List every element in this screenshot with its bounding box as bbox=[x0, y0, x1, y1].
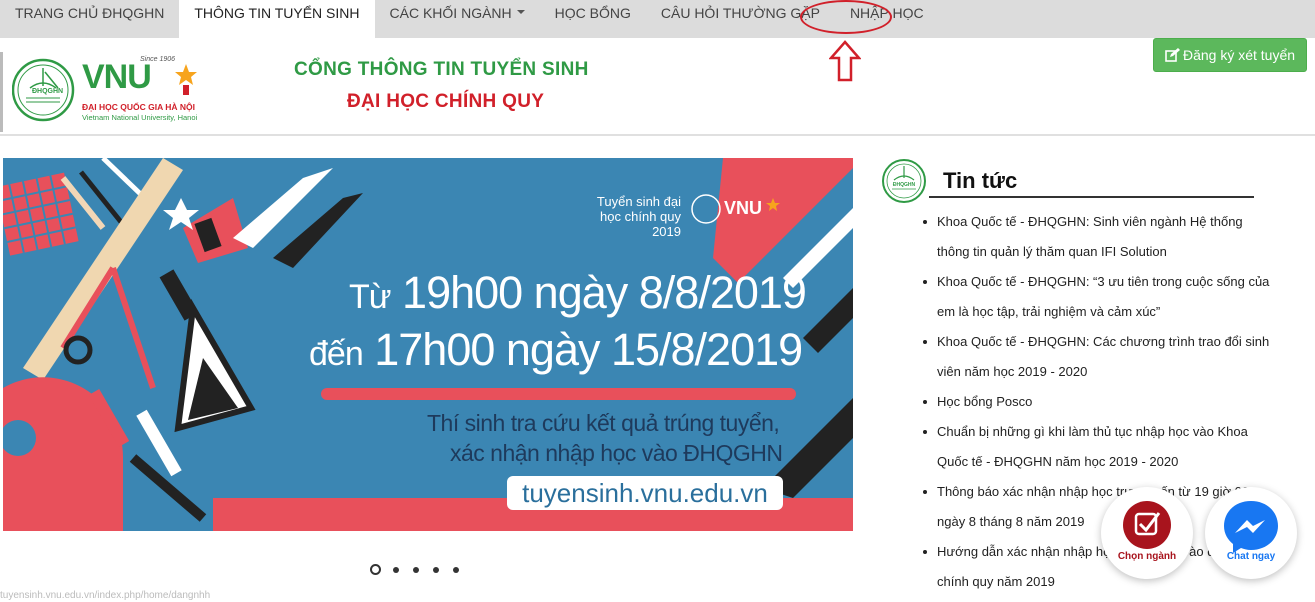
register-button[interactable]: Đăng ký xét tuyển bbox=[1153, 38, 1307, 72]
chat-now-label: Chat ngay bbox=[1226, 551, 1276, 562]
register-button-label: Đăng ký xét tuyển bbox=[1182, 47, 1296, 63]
nav-home[interactable]: TRANG CHỦ ĐHQGHN bbox=[0, 0, 179, 38]
dhqghn-seal-icon: ĐHQGHN bbox=[882, 159, 926, 203]
hero-banner[interactable]: Tuyển sinh đại học chính quy 2019 VNU Từ… bbox=[3, 158, 853, 531]
news-item[interactable]: Khoa Quốc tế - ĐHQGHN: Sinh viên ngành H… bbox=[918, 207, 1273, 267]
banner-vnu-logo-icon: VNU bbox=[691, 194, 780, 224]
vnu-wordmark: VNU bbox=[82, 58, 152, 96]
left-accent-bar bbox=[0, 52, 3, 132]
carousel-dot-3[interactable] bbox=[413, 566, 419, 573]
top-nav: TRANG CHỦ ĐHQGHN THÔNG TIN TUYỂN SINH CÁ… bbox=[0, 0, 1315, 38]
banner-desc-1: Thí sinh tra cứu kết quả trúng tuyển, bbox=[427, 410, 780, 436]
news-item[interactable]: Học bổng Posco bbox=[918, 387, 1273, 417]
portal-subtitle: ĐẠI HỌC CHÍNH QUY bbox=[347, 91, 545, 112]
carousel-dot-4[interactable] bbox=[433, 566, 439, 573]
nav-admission-info[interactable]: THÔNG TIN TUYỂN SINH bbox=[179, 0, 375, 38]
news-item[interactable]: Chuẩn bị những gì khi làm thủ tục nhập h… bbox=[918, 417, 1273, 477]
news-item[interactable]: Khoa Quốc tế - ĐHQGHN: Các chương trình … bbox=[918, 327, 1273, 387]
nav-fields-dropdown[interactable]: CÁC KHỐI NGÀNH bbox=[375, 0, 540, 38]
status-bar-url: tuyensinh.vnu.edu.vn/index.php/home/dang… bbox=[0, 590, 211, 601]
svg-text:ĐHQGHN: ĐHQGHN bbox=[893, 182, 916, 188]
carousel-dot-1[interactable] bbox=[370, 564, 381, 575]
nav-scholarship[interactable]: HỌC BỔNG bbox=[540, 0, 646, 38]
portal-title: CỔNG THÔNG TIN TUYỂN SINH bbox=[294, 59, 589, 80]
caret-down-icon bbox=[516, 10, 525, 15]
seal-text: ĐHQGHN bbox=[32, 88, 64, 95]
news-underline bbox=[929, 196, 1254, 198]
choose-major-label: Chọn ngành bbox=[1117, 551, 1177, 562]
banner-line-1: Từ 19h00 ngày 8/8/2019 bbox=[349, 267, 807, 318]
banner-line-2: đến 17h00 ngày 15/8/2019 bbox=[309, 324, 803, 375]
news-heading: Tin tức bbox=[943, 168, 1018, 193]
logo-name-vi: ĐẠI HỌC QUỐC GIA HÀ NỘI bbox=[82, 102, 196, 112]
banner-desc-2: xác nhận nhập học vào ĐHQGHN bbox=[450, 440, 783, 466]
banner-url: tuyensinh.vnu.edu.vn bbox=[507, 476, 783, 510]
chat-now-button[interactable]: Chat ngay bbox=[1205, 487, 1297, 579]
carousel-dot-2[interactable] bbox=[393, 566, 399, 573]
news-item[interactable]: Khoa Quốc tế - ĐHQGHN: “3 ưu tiên trong … bbox=[918, 267, 1273, 327]
choose-major-button[interactable]: Chọn ngành bbox=[1101, 487, 1193, 579]
highlight-ellipse bbox=[800, 0, 892, 34]
checkbox-icon bbox=[1123, 501, 1171, 549]
banner-top-note: Tuyển sinh đại học chính quy 2019 bbox=[596, 194, 681, 239]
carousel-indicators bbox=[370, 564, 459, 575]
carousel-dot-5[interactable] bbox=[453, 566, 459, 573]
logo-since: Since 1906 bbox=[140, 56, 176, 63]
svg-text:VNU: VNU bbox=[724, 198, 762, 218]
vnu-logo[interactable]: ĐHQGHN VNU Since 1906 ĐẠI HỌC QUỐC GIA H… bbox=[11, 56, 222, 124]
logo-name-en: Vietnam National University, Hanoi bbox=[82, 113, 198, 122]
edit-icon bbox=[1165, 48, 1180, 62]
messenger-icon bbox=[1224, 501, 1278, 553]
